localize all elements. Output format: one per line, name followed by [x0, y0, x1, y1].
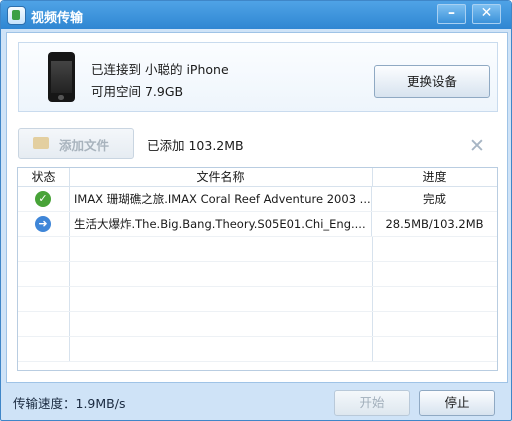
- row-status-cell: ✓: [18, 187, 70, 211]
- clear-list-icon[interactable]: ✕: [469, 137, 485, 156]
- stop-button[interactable]: 停止: [419, 390, 495, 416]
- header-file-name[interactable]: 文件名称: [69, 168, 373, 186]
- header-status[interactable]: 状态: [18, 168, 70, 186]
- empty-row: [18, 287, 497, 312]
- added-size: 已添加 103.2MB: [147, 138, 244, 153]
- row-file-name: IMAX 珊瑚礁之旅.IMAX Coral Reef Adventure 200…: [69, 187, 372, 211]
- minimize-button[interactable]: –: [437, 4, 466, 24]
- header-progress[interactable]: 进度: [372, 168, 497, 186]
- empty-row: [18, 312, 497, 337]
- table-header: 状态 文件名称 进度: [18, 168, 497, 187]
- table-row[interactable]: ➜ 生活大爆炸.The.Big.Bang.Theory.S05E01.Chi_E…: [18, 212, 497, 237]
- main-panel: 已连接到 小聪的 iPhone 可用空间 7.9GB 更换设备 添加文件 已添加…: [6, 32, 508, 383]
- start-button[interactable]: 开始: [334, 390, 410, 416]
- app-icon: [7, 6, 26, 25]
- row-status-cell: ➜: [18, 212, 70, 236]
- empty-row: [18, 237, 497, 262]
- empty-row: [18, 262, 497, 287]
- footer-bar: 传输速度：1.9MB/s 开始 停止: [1, 385, 511, 420]
- row-progress: 完成: [423, 192, 446, 206]
- connection-status: 已连接到 小聪的 iPhone: [91, 62, 229, 77]
- device-panel: 已连接到 小聪的 iPhone 可用空间 7.9GB 更换设备: [18, 42, 498, 112]
- add-file-label: 添加文件: [59, 138, 110, 153]
- video-transfer-window: 视频传输 – ✕ 已连接到 小聪的 iPhone 可用空间 7.9GB 更换设备…: [0, 0, 512, 421]
- table-row[interactable]: ✓ IMAX 珊瑚礁之旅.IMAX Coral Reef Adventure 2…: [18, 187, 497, 212]
- check-icon: ✓: [35, 191, 51, 207]
- empty-row: [18, 337, 497, 362]
- add-file-button[interactable]: 添加文件: [18, 128, 134, 159]
- transfer-speed: 传输速度：1.9MB/s: [13, 396, 126, 411]
- file-table: 状态 文件名称 进度 ✓ IMAX 珊瑚礁之旅.IMAX Coral Reef …: [17, 167, 498, 371]
- row-progress: 28.5MB/103.2MB: [385, 217, 484, 231]
- iphone-icon: [48, 52, 75, 102]
- change-device-button[interactable]: 更换设备: [374, 65, 490, 98]
- available-space: 可用空间 7.9GB: [91, 84, 184, 99]
- add-file-icon: [33, 137, 49, 149]
- arrow-right-icon: ➜: [35, 216, 51, 232]
- close-button[interactable]: ✕: [472, 4, 501, 24]
- row-file-name: 生活大爆炸.The.Big.Bang.Theory.S05E01.Chi_Eng…: [69, 212, 372, 236]
- window-title: 视频传输: [31, 11, 84, 26]
- title-bar: 视频传输 – ✕: [1, 1, 511, 29]
